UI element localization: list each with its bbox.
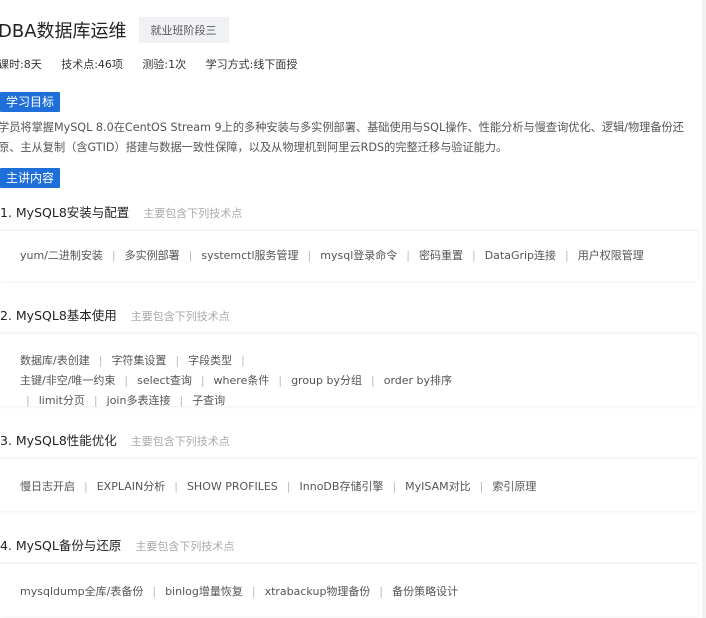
- separator: |: [392, 480, 397, 493]
- module-card: yum/二进制安装 | 多实例部署 | systemctl服务管理 | mysql登录命令 |…: [0, 230, 698, 281]
- tech-point: SHOW PROFILES: [186, 480, 278, 493]
- tech-point: select查询: [137, 374, 192, 387]
- separator: |: [174, 480, 178, 493]
- separator: |: [278, 374, 283, 387]
- separator: |: [84, 480, 88, 493]
- tech-point: limit分页: [38, 394, 85, 407]
- separator: |: [200, 374, 205, 387]
- content-label: 主讲内容: [0, 168, 61, 188]
- meta-learning-mode: 学习方式:线下面授: [205, 58, 298, 71]
- module-title: 1. MySQL8安装与配置: [0, 205, 130, 220]
- module-header: 3. MySQL8性能优化 主要包含下列技术点: [0, 430, 230, 449]
- tech-point: 用户权限管理: [577, 249, 644, 262]
- separator: |: [471, 249, 476, 262]
- meta-duration: 课时:8天: [0, 58, 42, 71]
- separator: |: [179, 394, 184, 407]
- separator: |: [188, 249, 193, 262]
- module-subtitle: 主要包含下列技术点: [130, 310, 230, 323]
- tech-point: yum/二进制安装: [20, 249, 103, 262]
- tech-point: 慢日志开启: [20, 480, 75, 493]
- separator: |: [565, 249, 569, 262]
- separator: |: [93, 394, 98, 407]
- objective-label: 学习目标: [0, 92, 61, 112]
- tech-point: xtrabackup物理备份: [264, 585, 371, 598]
- tech-point-list: mysqldump全库/表备份 | binlog增量恢复 | xtrabackup物理备…: [20, 582, 660, 602]
- objective-text: 学员将掌握MySQL 8.0在CentOS Stream 9上的多种安装与多实例…: [0, 121, 684, 154]
- tech-point: 备份策略设计: [392, 585, 459, 598]
- tech-point: 索引原理: [492, 480, 537, 493]
- tech-point: order by排序: [383, 374, 453, 387]
- tech-point: 数据库/表创建: [20, 354, 90, 367]
- tech-point: 字符集设置: [111, 354, 167, 367]
- course-detail-page: DBA数据库运维 就业班阶段三 课时:8天 技术点:46项 测验:1次 学习方式…: [0, 0, 702, 618]
- tech-point: where条件: [213, 374, 270, 387]
- tech-point: join多表连接: [106, 394, 171, 407]
- separator: |: [307, 249, 312, 262]
- tech-point: 主键/非空/唯一约束: [20, 374, 116, 387]
- tech-point: 子查询: [192, 394, 226, 407]
- module-subtitle: 主要包含下列技术点: [135, 540, 235, 553]
- tech-point: 多实例部署: [124, 249, 180, 262]
- tech-point: binlog增量恢复: [165, 585, 243, 598]
- separator: |: [286, 480, 291, 493]
- module-card: mysqldump全库/表备份 | binlog增量恢复 | xtrabackup物理备…: [0, 563, 698, 616]
- separator: |: [379, 585, 384, 598]
- module-title: 4. MySQL备份与还原: [0, 538, 122, 553]
- tech-point: group by分组: [291, 374, 362, 387]
- course-header: DBA数据库运维 就业班阶段三: [0, 17, 229, 43]
- separator: |: [124, 374, 129, 387]
- separator: |: [111, 249, 116, 262]
- tech-point: DataGrip连接: [484, 249, 557, 262]
- tech-point-list: 数据库/表创建 | 字符集设置 | 字段类型 | 主键/非空/唯一约束 | select查询 | w…: [20, 351, 660, 411]
- tech-point: mysqldump全库/表备份: [20, 585, 144, 598]
- tech-point-list: 慢日志开启 | EXPLAIN分析 | SHOW PROFILES | InnoDB存储引擎…: [20, 477, 660, 497]
- separator: |: [479, 480, 484, 493]
- separator: |: [251, 585, 256, 598]
- tech-point: 字段类型: [188, 354, 233, 367]
- separator: |: [175, 354, 180, 367]
- module-header: 1. MySQL8安装与配置 主要包含下列技术点: [0, 202, 242, 221]
- module-card: 慢日志开启 | EXPLAIN分析 | SHOW PROFILES | InnoDB存储引擎…: [0, 458, 698, 511]
- module-title: 3. MySQL8性能优化: [0, 433, 117, 448]
- stage-badge: 就业班阶段三: [138, 17, 229, 43]
- tech-point: 密码重置: [418, 249, 463, 262]
- tech-point: mysql登录命令: [320, 249, 398, 262]
- separator: |: [406, 249, 410, 262]
- separator: |: [26, 394, 30, 407]
- module-title: 2. MySQL8基本使用: [0, 308, 117, 323]
- separator: |: [241, 354, 245, 367]
- course-title: DBA数据库运维: [0, 21, 127, 42]
- course-meta: 课时:8天 技术点:46项 测验:1次 学习方式:线下面授: [0, 56, 313, 72]
- module-header: 4. MySQL备份与还原 主要包含下列技术点: [0, 535, 234, 554]
- module-subtitle: 主要包含下列技术点: [130, 435, 230, 448]
- tech-point: MyISAM对比: [405, 480, 471, 493]
- separator: |: [152, 585, 157, 598]
- tech-point: EXPLAIN分析: [96, 480, 166, 493]
- separator: |: [371, 374, 375, 387]
- module-card: 数据库/表创建 | 字符集设置 | 字段类型 | 主键/非空/唯一约束 | select查询 | w…: [0, 333, 698, 407]
- scroll-edge: [702, 0, 706, 618]
- tech-point-list: yum/二进制安装 | 多实例部署 | systemctl服务管理 | mysql登录命令 |…: [20, 246, 660, 266]
- separator: |: [98, 354, 103, 367]
- meta-quiz-count: 测验:1次: [142, 58, 187, 71]
- tech-point: InnoDB存储引擎: [299, 480, 384, 493]
- module-header: 2. MySQL8基本使用 主要包含下列技术点: [0, 305, 230, 324]
- tech-point: systemctl服务管理: [201, 249, 299, 262]
- meta-tech-points: 技术点:46项: [61, 58, 123, 71]
- module-subtitle: 主要包含下列技术点: [143, 207, 243, 220]
